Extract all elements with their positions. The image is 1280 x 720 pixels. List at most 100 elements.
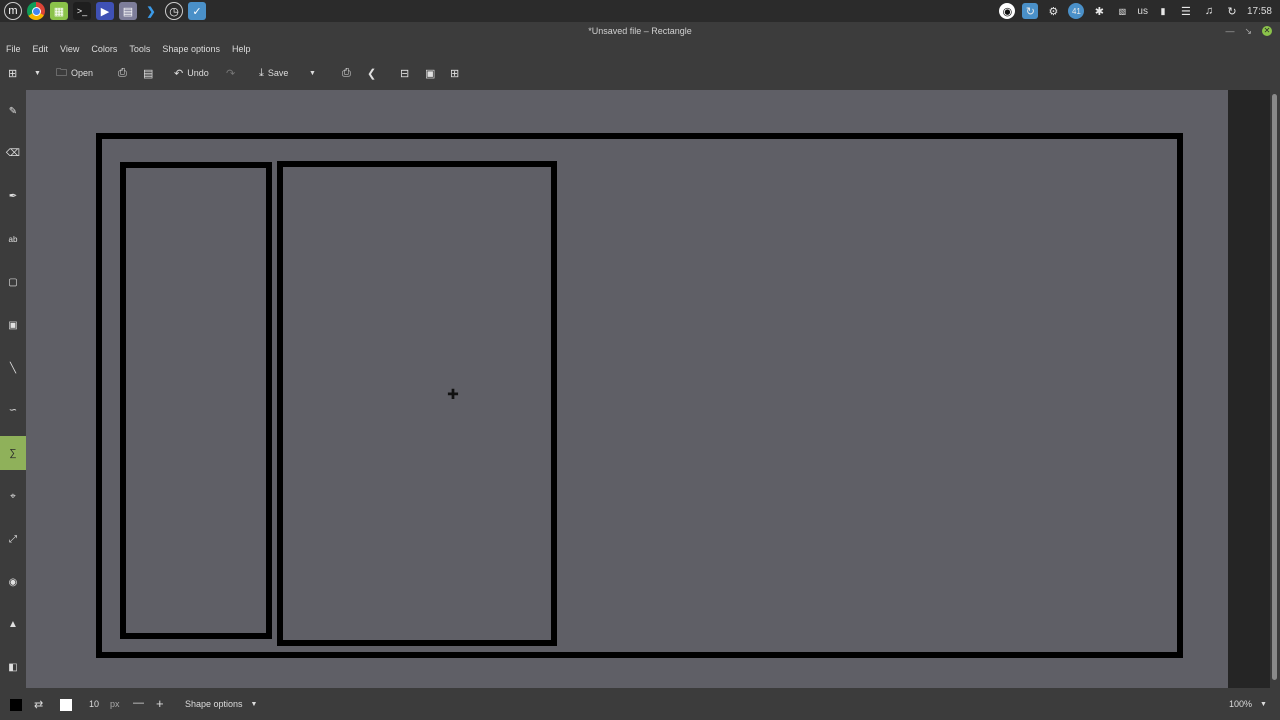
menu-colors[interactable]: Colors xyxy=(91,44,117,54)
obs-icon[interactable]: ◉ xyxy=(999,3,1016,19)
highlighter-icon[interactable]: ✒ xyxy=(0,179,26,213)
zoom-original-icon: ▣ xyxy=(425,67,436,80)
new-icon: ⊞ xyxy=(8,67,18,80)
scrollbar-thumb[interactable] xyxy=(1272,94,1277,680)
zoom-out-button[interactable]: ⊟ xyxy=(400,63,409,83)
chevron-down-icon: ▼ xyxy=(250,701,258,708)
shape-icon[interactable]: ∑ xyxy=(0,436,26,470)
print-button[interactable]: ⎙ xyxy=(342,63,351,83)
menu-help[interactable]: Help xyxy=(232,44,251,54)
menu-shape-options[interactable]: Shape options xyxy=(162,44,220,54)
vertical-scrollbar[interactable] xyxy=(1270,90,1280,688)
clock-app-icon[interactable]: ◷ xyxy=(165,2,183,20)
swap-colors-icon[interactable]: ⇄ xyxy=(34,698,43,711)
save-dropdown[interactable]: ▼ xyxy=(309,63,316,83)
skew-icon[interactable]: ▲ xyxy=(0,607,26,641)
close-icon[interactable]: ✕ xyxy=(1262,26,1272,36)
save-label: Save xyxy=(267,68,289,78)
new-button[interactable]: ⊞ xyxy=(8,63,17,83)
eraser-icon[interactable]: ⌫ xyxy=(0,136,26,170)
restore-icon[interactable]: ↘ xyxy=(1244,22,1252,40)
badge-icon[interactable]: 41 xyxy=(1068,3,1085,19)
rectangle-icon[interactable]: ▢ xyxy=(0,265,26,299)
menu-edit[interactable]: Edit xyxy=(33,44,49,54)
paste-button[interactable]: ⎙ xyxy=(118,63,127,83)
launcher-bar: m ▦ >_ ▶ ▤ ❯ ◷ ✓ xyxy=(0,2,206,20)
undo-label: Undo xyxy=(187,68,209,78)
open-button[interactable]: 🗀 Open xyxy=(56,63,93,83)
clipboard-button[interactable]: ▤ xyxy=(143,63,153,83)
undo-button[interactable]: ↶ Undo xyxy=(174,63,209,83)
curve-icon[interactable]: ∽ xyxy=(0,393,26,427)
pencil-icon[interactable]: ✎ xyxy=(0,94,26,128)
size-value[interactable]: 10 xyxy=(89,699,99,709)
zoom-in-icon: ⊞ xyxy=(450,67,460,80)
select-icon[interactable]: ◧ xyxy=(0,650,26,684)
drawing-app-icon[interactable]: ✓ xyxy=(188,2,206,20)
folder-icon[interactable]: ▦ xyxy=(50,2,68,20)
window-controls: — ↘ ✕ xyxy=(1225,22,1272,40)
menu-tools[interactable]: Tools xyxy=(129,44,150,54)
scale-icon[interactable]: ⤢ xyxy=(0,522,26,556)
zoom-in-button[interactable]: ⊞ xyxy=(450,63,459,83)
print-icon: ⎙ xyxy=(342,66,351,79)
share-button[interactable]: ❮ xyxy=(367,63,376,83)
crosshair-cursor-icon: ✚ xyxy=(447,386,459,402)
chevron-down-icon: ▼ xyxy=(1260,701,1267,708)
primary-color-swatch[interactable] xyxy=(10,699,22,711)
drawing-canvas[interactable]: ✚ xyxy=(26,90,1228,688)
menu-icon[interactable]: m xyxy=(4,2,22,20)
menu-view[interactable]: View xyxy=(60,44,79,54)
clipboard-icon: ▤ xyxy=(143,67,154,80)
battery-icon[interactable]: ▮ xyxy=(1155,3,1171,19)
redo-button[interactable]: ↷ xyxy=(226,63,235,83)
left-rectangle-shape xyxy=(120,162,272,639)
line-icon[interactable]: ╲ xyxy=(0,351,26,385)
chevron-down-icon: ▼ xyxy=(34,69,41,77)
filled-rectangle-icon[interactable]: ▣ xyxy=(0,308,26,342)
save-button[interactable]: ⤓ Save xyxy=(259,63,288,83)
bottom-bar: ⇄ 10 px — + Shape options ▼ 100% ▼ xyxy=(0,690,1280,720)
keyboard-layout[interactable]: us xyxy=(1137,6,1148,17)
zoom-original-button[interactable]: ▣ xyxy=(425,63,435,83)
decrease-size-icon[interactable]: — xyxy=(133,697,144,709)
system-panel: m ▦ >_ ▶ ▤ ❯ ◷ ✓ ◉ ↻ ⚙ 41 ✱ ▧ us ▮ ☰ ♫ ↻… xyxy=(0,0,1280,22)
updates-icon[interactable]: ↻ xyxy=(1224,3,1240,19)
chrome-icon[interactable] xyxy=(27,2,45,20)
system-tray: ◉ ↻ ⚙ 41 ✱ ▧ us ▮ ☰ ♫ ↻ 17:58 xyxy=(999,0,1280,22)
chip-icon[interactable]: ▧ xyxy=(1114,3,1130,19)
secondary-color-swatch[interactable] xyxy=(60,699,72,711)
vscode-icon[interactable]: ❯ xyxy=(142,2,160,20)
open-folder-icon: 🗀 xyxy=(56,66,67,79)
window-title: *Unsaved file – Rectangle xyxy=(588,26,692,36)
chevron-down-icon: ▼ xyxy=(309,69,316,77)
terminal-icon[interactable]: >_ xyxy=(73,2,91,20)
increase-size-icon[interactable]: + xyxy=(156,696,164,711)
zoom-out-icon: ⊟ xyxy=(400,67,410,80)
side-panel xyxy=(1228,90,1270,688)
filters-icon[interactable]: ◉ xyxy=(0,565,26,599)
zoom-label: 100% xyxy=(1229,699,1253,709)
window-titlebar: *Unsaved file – Rectangle — ↘ ✕ xyxy=(0,22,1280,40)
media-icon[interactable]: ▶ xyxy=(96,2,114,20)
music-icon[interactable]: ♫ xyxy=(1201,3,1217,19)
zoom-dropdown[interactable]: 100% ▼ xyxy=(1229,699,1267,710)
toolbar: ⊞ ▼ 🗀 Open ⎙ ▤ ↶ Undo ↷ ⤓ Save ▼ ⎙ ❮ ⊟ ▣… xyxy=(0,62,1280,84)
crop-icon[interactable]: ⌖ xyxy=(0,479,26,513)
size-unit: px xyxy=(110,699,120,709)
shape-options-dropdown[interactable]: Shape options ▼ xyxy=(185,699,257,710)
clock[interactable]: 17:58 xyxy=(1247,6,1272,17)
minimize-icon[interactable]: — xyxy=(1225,22,1234,40)
menu-file[interactable]: File xyxy=(6,44,21,54)
middle-rectangle-shape xyxy=(277,161,557,646)
network-icon[interactable]: ☰ xyxy=(1178,3,1194,19)
shape-options-label: Shape options xyxy=(185,699,243,709)
new-dropdown[interactable]: ▼ xyxy=(34,63,41,83)
text-icon[interactable]: ab xyxy=(0,222,26,256)
notes-icon[interactable]: ▤ xyxy=(119,2,137,20)
sync-icon[interactable]: ↻ xyxy=(1022,3,1039,19)
bluetooth-icon[interactable]: ✱ xyxy=(1091,3,1107,19)
undo-icon: ↶ xyxy=(174,67,184,80)
steam-icon[interactable]: ⚙ xyxy=(1045,3,1061,19)
tool-column: ✎ ⌫ ✒ ab ▢ ▣ ╲ ∽ ∑ ⌖ ⤢ ◉ ▲ ◧ xyxy=(0,90,26,686)
